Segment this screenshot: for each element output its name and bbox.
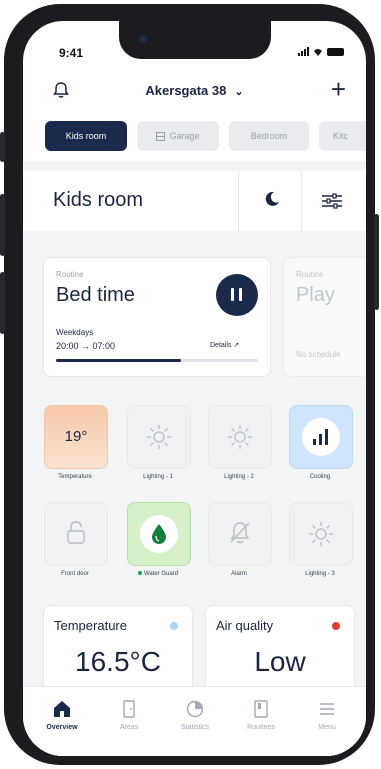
routine-kicker: Routine [296, 270, 324, 279]
wifi-icon [314, 49, 322, 56]
nav-label: Statistics [180, 724, 209, 731]
nav-label: Menu [318, 724, 336, 731]
light-icon [147, 425, 171, 449]
status-dot [137, 571, 142, 576]
status-dot [332, 622, 340, 630]
routine-progress-track [56, 359, 258, 362]
tab-garage[interactable]: Garage [137, 121, 219, 151]
tile-lighting-3[interactable] [289, 502, 353, 566]
tile-lighting-1[interactable] [127, 405, 191, 469]
bars-icon [302, 418, 340, 456]
tile-label: Water Guard [143, 571, 179, 577]
nav-item-routines[interactable]: Routines [229, 687, 293, 747]
tile-alarm[interactable] [208, 502, 272, 566]
home-icon [54, 701, 70, 717]
status-icons [298, 47, 344, 56]
camera-notch [119, 21, 271, 59]
settings-sliders-icon[interactable] [321, 193, 343, 209]
stat-value: Low [254, 646, 306, 677]
nav-label: Areas [119, 724, 139, 731]
tab-label: Garage [169, 131, 200, 141]
moon-icon[interactable] [264, 191, 280, 207]
garage-icon [156, 131, 166, 141]
tile-front-door[interactable] [44, 502, 108, 566]
stat-title: Air quality [216, 618, 274, 633]
tile-water-guard[interactable] [127, 502, 191, 566]
room-title: Kids room [53, 189, 144, 211]
routine-title: Bed time [56, 284, 135, 306]
details-link[interactable]: Details ↗ [210, 341, 239, 349]
routine-card-bed-time[interactable]: Routine Bed time Weekdays 20:00 → 07:00 … [43, 257, 271, 377]
location-label: Akersgata 38 [145, 83, 227, 98]
app-header: Akersgata 38 ⌄ + [23, 69, 366, 113]
tile-label: Temperature [58, 474, 92, 480]
phone-frame: 9:41 Akersgata 38 ⌄ + Kids room Garage B… [0, 4, 379, 765]
location-selector[interactable]: Akersgata 38 ⌄ [23, 83, 366, 98]
nav-item-menu[interactable]: Menu [295, 687, 359, 747]
tab-kitchen[interactable]: Kitc [319, 121, 366, 151]
routine-schedule-label: Weekdays [56, 328, 94, 337]
tile-label: Front door [61, 571, 89, 577]
battery-icon [327, 48, 344, 56]
tile-label: Alarm [231, 571, 247, 577]
tile-label-water-guard: Water Guard [118, 571, 198, 577]
temperature-tile-value: 19° [64, 428, 88, 445]
tile-label: Lighting - 1 [143, 474, 173, 480]
tile-temperature[interactable]: 19° [44, 405, 108, 469]
routine-title: Play [296, 284, 335, 306]
routine-progress-fill [56, 359, 182, 362]
tile-lighting-2[interactable] [208, 405, 272, 469]
add-button[interactable]: + [331, 75, 346, 103]
tile-label: Cooling [309, 474, 331, 480]
volume-down-button [0, 272, 5, 334]
app-screen: 9:41 Akersgata 38 ⌄ + Kids room Garage B… [23, 21, 366, 756]
door-icon [123, 700, 135, 718]
routine-schedule: 20:00 → 07:00 [56, 341, 116, 351]
divider [238, 171, 239, 231]
routine-kicker: Routine [56, 270, 84, 279]
nav-label: Routines [247, 724, 275, 731]
routine-status: No schedule [296, 350, 341, 359]
room-tabs: Kids room Garage Bedroom Kitc [45, 121, 366, 151]
status-dot [170, 622, 178, 630]
status-time: 9:41 [59, 46, 84, 60]
bottom-navigation: Overview Areas Statistics Routines Menu [23, 686, 366, 756]
pie-chart-icon [186, 700, 204, 718]
nav-label: Overview [46, 724, 78, 731]
routine-card-play[interactable]: Routine Play No schedule [283, 257, 366, 377]
water-drop-icon [140, 515, 178, 553]
tile-label: Lighting - 3 [305, 571, 335, 577]
bell-off-icon [230, 522, 250, 544]
stat-title: Temperature [54, 618, 127, 633]
stat-value: 16.5°C [75, 646, 161, 677]
light-icon [228, 425, 252, 449]
menu-icon [320, 703, 334, 715]
pause-button[interactable] [216, 274, 258, 316]
signal-icon [298, 47, 309, 56]
light-icon [309, 522, 333, 546]
power-button [374, 214, 379, 310]
routine-icon [254, 700, 268, 718]
divider [301, 171, 302, 231]
nav-item-overview[interactable]: Overview [30, 687, 94, 747]
tab-kids-room[interactable]: Kids room [45, 121, 127, 151]
tab-bedroom[interactable]: Bedroom [229, 121, 309, 151]
nav-item-statistics[interactable]: Statistics [163, 687, 227, 747]
lock-icon [67, 521, 85, 544]
chevron-down-icon: ⌄ [234, 86, 244, 98]
tile-label: Lighting - 2 [224, 474, 254, 480]
mute-switch [0, 132, 5, 162]
nav-item-areas[interactable]: Areas [97, 687, 161, 747]
tile-cooling[interactable] [289, 405, 353, 469]
volume-up-button [0, 194, 5, 256]
